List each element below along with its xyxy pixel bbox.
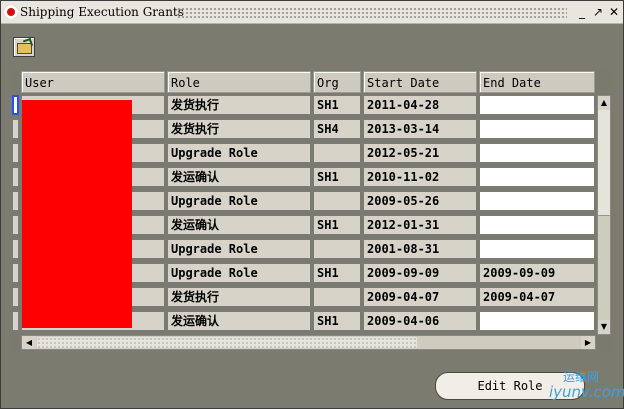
org-cell[interactable] [313, 239, 361, 259]
end-date-cell[interactable]: 2009-04-07 [479, 287, 595, 307]
end-date-cell[interactable] [479, 167, 595, 187]
column-header-start-date[interactable]: Start Date [363, 71, 477, 93]
row-selector[interactable] [12, 95, 19, 115]
scroll-up-icon[interactable]: ▲ [598, 96, 610, 110]
org-cell[interactable]: SH1 [313, 167, 361, 187]
end-date-cell[interactable] [479, 143, 595, 163]
start-date-cell[interactable]: 2013-03-14 [363, 119, 477, 139]
start-date-cell[interactable]: 2011-04-28 [363, 95, 477, 115]
org-cell[interactable] [313, 287, 361, 307]
role-cell[interactable]: Upgrade Role [167, 143, 311, 163]
start-date-cell[interactable]: 2010-11-02 [363, 167, 477, 187]
org-cell[interactable] [313, 143, 361, 163]
row-selector[interactable] [12, 143, 19, 163]
role-cell[interactable]: 发货执行 [167, 119, 311, 139]
role-cell[interactable]: 发货执行 [167, 95, 311, 115]
end-date-cell[interactable] [479, 95, 595, 115]
scroll-down-icon[interactable]: ▼ [598, 320, 610, 334]
row-selector[interactable] [12, 239, 19, 259]
role-cell[interactable]: Upgrade Role [167, 263, 311, 283]
role-cell[interactable]: 发货执行 [167, 287, 311, 307]
row-selector[interactable] [12, 191, 19, 211]
org-cell[interactable]: SH1 [313, 95, 361, 115]
org-cell[interactable]: SH1 [313, 311, 361, 331]
start-date-cell[interactable]: 2009-05-26 [363, 191, 477, 211]
row-selector[interactable] [12, 167, 19, 187]
start-date-cell[interactable]: 2009-04-06 [363, 311, 477, 331]
role-cell[interactable]: 发运确认 [167, 167, 311, 187]
role-cell[interactable]: 发运确认 [167, 311, 311, 331]
vertical-scroll-thumb[interactable] [598, 110, 610, 216]
end-date-cell[interactable] [479, 311, 595, 331]
org-cell[interactable]: SH4 [313, 119, 361, 139]
oracle-icon [4, 5, 18, 19]
start-date-cell[interactable]: 2012-05-21 [363, 143, 477, 163]
column-header-user[interactable]: User [21, 71, 165, 93]
row-selector[interactable] [12, 311, 19, 331]
start-date-cell[interactable]: 2009-04-07 [363, 287, 477, 307]
role-cell[interactable]: Upgrade Role [167, 239, 311, 259]
start-date-cell[interactable]: 2009-09-09 [363, 263, 477, 283]
org-cell[interactable] [313, 191, 361, 211]
horizontal-scroll-thumb[interactable] [37, 337, 417, 348]
end-date-cell[interactable] [479, 239, 595, 259]
open-folder-button[interactable] [13, 37, 35, 57]
row-selector[interactable] [12, 119, 19, 139]
vertical-scrollbar[interactable]: ▲ ▼ [597, 95, 611, 335]
org-cell[interactable]: SH1 [313, 215, 361, 235]
titlebar-grip [177, 7, 567, 18]
org-cell[interactable]: SH1 [313, 263, 361, 283]
row-selector[interactable] [12, 263, 19, 283]
minimize-button[interactable]: _ [575, 5, 589, 19]
end-date-cell[interactable] [479, 215, 595, 235]
maximize-button[interactable]: ↗ [591, 5, 605, 19]
role-cell[interactable]: 发运确认 [167, 215, 311, 235]
window-title: Shipping Execution Grants [20, 5, 184, 19]
end-date-cell[interactable] [479, 191, 595, 211]
start-date-cell[interactable]: 2001-08-31 [363, 239, 477, 259]
shipping-execution-grants-window: Shipping Execution Grants _ ↗ ✕ User Rol… [0, 0, 624, 409]
close-button[interactable]: ✕ [607, 5, 621, 19]
column-header-end-date[interactable]: End Date [479, 71, 595, 93]
edit-role-button[interactable]: Edit Role [435, 372, 585, 400]
column-header-org[interactable]: Org [313, 71, 361, 93]
redacted-user-block [22, 100, 132, 328]
end-date-cell[interactable]: 2009-09-09 [479, 263, 595, 283]
end-date-cell[interactable] [479, 119, 595, 139]
column-header-role[interactable]: Role [167, 71, 311, 93]
scroll-left-icon[interactable]: ◀ [22, 336, 36, 349]
row-selector[interactable] [12, 287, 19, 307]
scroll-right-icon[interactable]: ▶ [581, 336, 595, 349]
grants-table: User Role Org Start Date End Date 发货执行 SH… [12, 69, 612, 351]
titlebar: Shipping Execution Grants _ ↗ ✕ [1, 1, 623, 24]
row-selector[interactable] [12, 215, 19, 235]
role-cell[interactable]: Upgrade Role [167, 191, 311, 211]
horizontal-scrollbar[interactable]: ◀ ▶ [21, 335, 596, 350]
start-date-cell[interactable]: 2012-01-31 [363, 215, 477, 235]
